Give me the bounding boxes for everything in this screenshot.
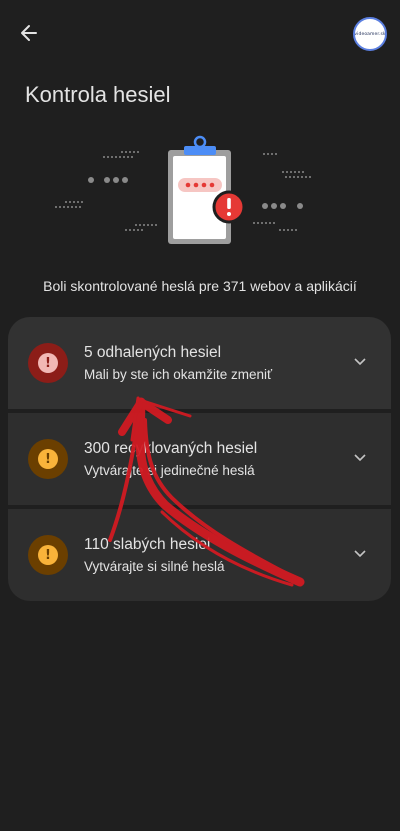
- password-checkup-illustration: [55, 135, 311, 244]
- issue-subtitle: Vytvárajte si jedinečné heslá: [84, 463, 255, 478]
- top-app-bar: videoamer.sk: [0, 0, 400, 64]
- issue-subtitle: Mali by ste ich okamžite zmeniť: [84, 367, 273, 382]
- chevron-down-icon[interactable]: [353, 451, 367, 465]
- issue-title: 5 odhalených hesiel: [84, 344, 222, 361]
- warning-icon: !: [28, 439, 68, 479]
- warning-icon: !: [28, 535, 68, 575]
- checked-summary-text: Boli skontrolované heslá pre 371 webov a…: [43, 278, 357, 294]
- error-icon: !: [28, 343, 68, 383]
- issues-list: ! 5 odhalených hesiel Mali by ste ich ok…: [8, 317, 391, 601]
- issue-item-compromised[interactable]: ! 5 odhalených hesiel Mali by ste ich ok…: [8, 317, 391, 409]
- page-title: Kontrola hesiel: [25, 82, 171, 107]
- decorative-dots-right: [253, 153, 311, 231]
- chevron-down-icon[interactable]: [353, 547, 367, 561]
- chevron-down-icon[interactable]: [353, 355, 367, 369]
- issue-item-weak[interactable]: ! 110 slabých hesiel Vytvárajte si silné…: [8, 509, 391, 601]
- issue-item-reused[interactable]: ! 300 recyklovaných hesiel Vytvárajte si…: [8, 413, 391, 505]
- issue-title: 110 slabých hesiel: [84, 536, 211, 553]
- back-button[interactable]: [14, 18, 44, 48]
- arrow-back-icon: [21, 25, 37, 41]
- issue-title: 300 recyklovaných hesiel: [84, 440, 258, 457]
- clipboard-icon: [168, 135, 231, 244]
- decorative-dots-left: [55, 151, 157, 231]
- alert-icon: [212, 190, 246, 224]
- avatar-label: videoamer.sk: [354, 31, 386, 37]
- issue-subtitle: Vytvárajte si silné heslá: [84, 559, 225, 574]
- account-avatar[interactable]: videoamer.sk: [353, 17, 387, 51]
